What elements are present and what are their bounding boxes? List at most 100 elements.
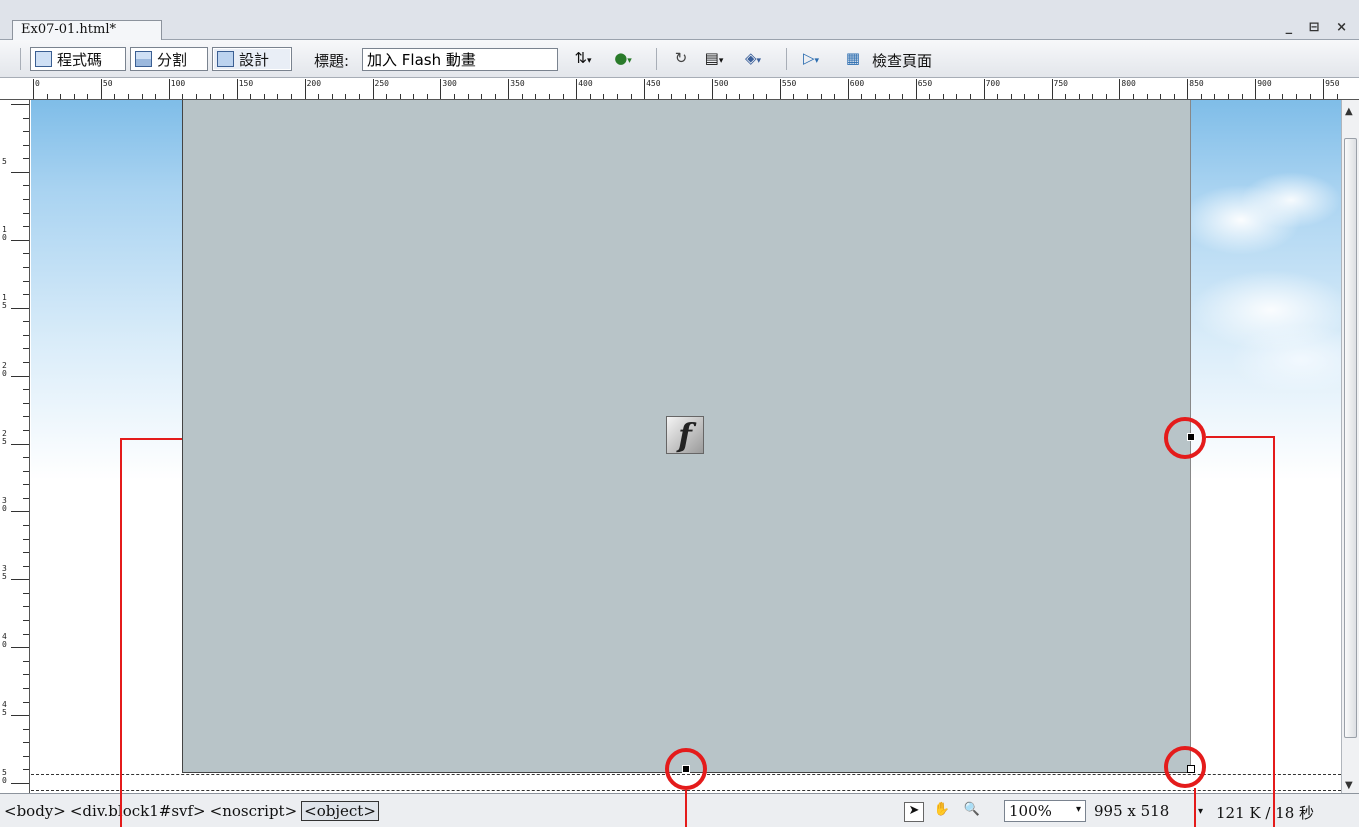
callout-line <box>1273 436 1275 827</box>
ruler-tick <box>1200 94 1202 99</box>
vertical-ruler: 5 10 15 20 25 30 35 40 45 50 <box>0 100 30 793</box>
ruler-tick <box>1132 94 1134 99</box>
ruler-tick <box>23 524 29 526</box>
ruler-tick <box>23 185 29 187</box>
ruler-tick <box>1323 79 1325 99</box>
check-compatibility-icon[interactable]: ▦ <box>842 49 864 69</box>
split-view-button[interactable]: 分割 <box>130 47 208 71</box>
toolbar-separator <box>786 48 787 70</box>
design-view-button[interactable]: 設計 <box>212 47 292 71</box>
ruler-tick <box>23 389 29 391</box>
ruler-tick <box>970 94 972 99</box>
ruler-tick <box>1065 94 1067 99</box>
flash-icon: f <box>666 416 704 454</box>
toolbar-separator <box>656 48 657 70</box>
ruler-label: 300 <box>442 79 457 88</box>
chevron-down-icon[interactable]: ▾ <box>1198 806 1203 817</box>
ruler-tick <box>33 79 34 99</box>
tag-body[interactable]: <body> <box>4 802 66 820</box>
background-clouds <box>1181 160 1341 390</box>
document-tab[interactable]: Ex07-01.html* <box>12 20 162 41</box>
ruler-label: 700 <box>985 79 1001 88</box>
code-view-button[interactable]: 程式碼 <box>30 47 126 71</box>
tag-object[interactable]: <object> <box>301 801 379 821</box>
callout-line <box>120 438 122 827</box>
ruler-tick <box>23 565 29 567</box>
vertical-scrollbar[interactable]: ▲ ▼ <box>1341 100 1359 793</box>
ruler-tick <box>23 402 29 404</box>
scroll-down-icon[interactable]: ▼ <box>1345 780 1353 791</box>
design-canvas[interactable]: f <box>31 100 1341 793</box>
ruler-tick <box>1078 94 1080 99</box>
zoom-select[interactable]: 100% ▾ <box>1004 800 1086 822</box>
ruler-tick <box>1105 94 1107 99</box>
ruler-tick <box>100 79 102 99</box>
ruler-tick <box>73 94 75 99</box>
ruler-label: 50 <box>2 768 7 785</box>
ruler-tick <box>60 94 62 99</box>
ruler-tick <box>1037 94 1039 99</box>
tag-div[interactable]: <div.block1#svf> <box>70 802 206 820</box>
visual-aids-icon[interactable]: ◈▾ <box>742 49 764 69</box>
window-controls[interactable]: _ ⊟ × <box>1286 20 1353 35</box>
file-management-icon[interactable]: ⇅▾ <box>572 49 594 69</box>
select-tool-icon[interactable]: ➤ <box>904 802 924 822</box>
ruler-label: 800 <box>1121 79 1136 88</box>
ruler-tick <box>915 79 917 99</box>
zoom-value: 100% <box>1009 802 1052 820</box>
ruler-tick <box>182 94 184 99</box>
ruler-tick <box>23 633 29 635</box>
ruler-tick <box>23 226 29 228</box>
ruler-tick <box>426 94 428 99</box>
ruler-tick <box>1092 94 1094 99</box>
ruler-tick <box>23 538 29 540</box>
ruler-tick <box>657 94 659 99</box>
callout-line <box>1194 788 1196 827</box>
refresh-icon[interactable]: ↻ <box>670 49 692 69</box>
window-size-menu[interactable]: 995 x 518 <box>1094 802 1169 820</box>
tag-selector: <body> <div.block1#svf> <noscript> <object> <box>4 801 383 821</box>
ruler-tick <box>847 79 849 99</box>
callout-ring-bottom-handle <box>665 748 707 790</box>
zoom-tool-icon[interactable]: 🔍 <box>962 802 982 822</box>
ruler-tick <box>521 94 523 99</box>
ruler-tick <box>23 429 29 431</box>
preview-browser-icon[interactable]: ●▾ <box>612 49 634 69</box>
tag-noscript[interactable]: <noscript> <box>210 802 298 820</box>
ruler-tick <box>644 79 646 99</box>
ruler-tick <box>11 783 29 784</box>
ruler-tick <box>1309 94 1311 99</box>
status-bar: <body> <div.block1#svf> <noscript> <object>… <box>0 793 1359 827</box>
view-options-icon[interactable]: ▤▾ <box>703 49 725 69</box>
ruler-tick <box>23 470 29 472</box>
ruler-label: 50 <box>102 79 113 88</box>
ruler-tick <box>11 171 29 173</box>
ruler-tick <box>766 94 768 99</box>
ruler-tick <box>983 79 985 99</box>
ruler-tick <box>23 755 29 757</box>
ruler-label: 550 <box>781 79 797 88</box>
ruler-label: 850 <box>1189 79 1204 88</box>
ruler-tick <box>739 94 741 99</box>
document-toolbar: 程式碼 分割 設計 標題: ⇅▾ ●▾ ↻ ▤▾ ◈▾ ▷▾ ▦ 檢查頁面 <box>0 40 1359 78</box>
ruler-tick <box>304 79 306 99</box>
ruler-tick <box>1255 79 1257 99</box>
inspect-page-button[interactable]: 檢查頁面 <box>872 50 932 71</box>
ruler-tick <box>11 104 29 105</box>
ruler-tick <box>250 94 252 99</box>
ruler-label: 650 <box>917 79 933 88</box>
flash-object-placeholder[interactable]: f <box>182 100 1191 773</box>
callout-ring-right-handle <box>1164 417 1206 459</box>
validate-icon[interactable]: ▷▾ <box>800 49 822 69</box>
title-input[interactable] <box>362 48 558 71</box>
scrollbar-thumb[interactable] <box>1344 138 1357 738</box>
ruler-tick <box>87 94 89 99</box>
ruler-tick <box>11 239 29 241</box>
ruler-tick <box>23 742 29 744</box>
ruler-tick <box>1051 79 1053 99</box>
hand-tool-icon[interactable]: ✋ <box>932 802 952 822</box>
scroll-up-icon[interactable]: ▲ <box>1345 106 1353 117</box>
ruler-tick <box>1282 94 1284 99</box>
ruler-tick <box>453 94 455 99</box>
ruler-tick <box>372 79 374 99</box>
